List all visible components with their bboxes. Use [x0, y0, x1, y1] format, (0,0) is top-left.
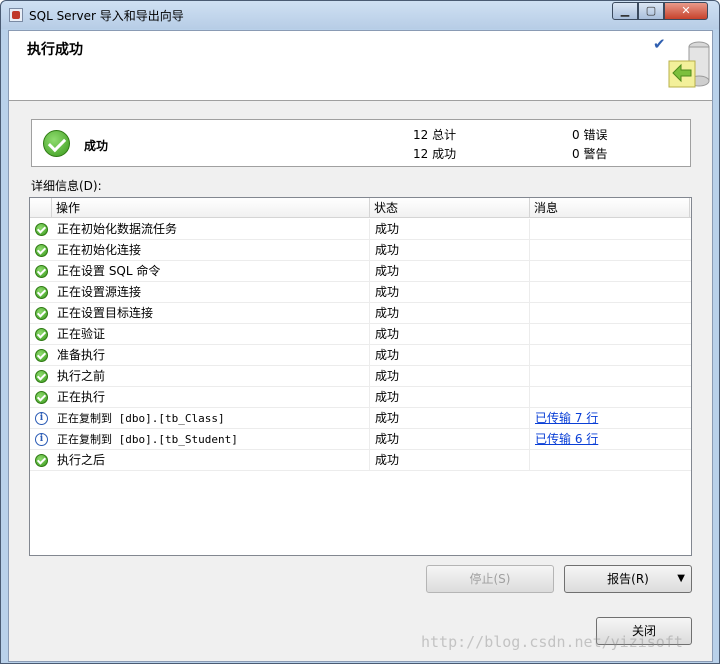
window-title: SQL Server 导入和导出向导	[29, 9, 184, 23]
cell-message	[530, 282, 690, 303]
table-row[interactable]: i 正在复制到 [dbo].[tb_Student] 成功 已传输 6 行	[30, 429, 691, 450]
success-icon	[35, 223, 48, 236]
cell-message	[530, 366, 690, 387]
success-icon	[35, 391, 48, 404]
total-count: 12 总计	[413, 128, 457, 142]
message-link[interactable]: 已传输 6 行	[535, 432, 598, 446]
dropdown-arrow-icon[interactable]: ▼	[677, 566, 685, 592]
cell-message: 已传输 7 行	[530, 408, 690, 429]
cell-message	[530, 450, 690, 471]
success-icon	[43, 130, 70, 157]
cell-action: 正在设置源连接	[52, 282, 370, 303]
cell-status: 成功	[370, 387, 530, 408]
success-count: 12 成功	[413, 147, 457, 161]
cell-action: 执行之前	[52, 366, 370, 387]
cell-status: 成功	[370, 303, 530, 324]
cell-status: 成功	[370, 282, 530, 303]
cell-message	[530, 240, 690, 261]
close-window-button[interactable]: ✕	[664, 2, 708, 20]
cell-message	[530, 345, 690, 366]
success-icon	[35, 286, 48, 299]
icon-column-header[interactable]	[30, 198, 52, 218]
cell-action: 正在设置 SQL 命令	[52, 261, 370, 282]
warning-count: 0 警告	[572, 147, 608, 161]
success-icon	[35, 244, 48, 257]
cell-status: 成功	[370, 450, 530, 471]
cell-message	[530, 303, 690, 324]
table-row[interactable]: 正在设置源连接 成功	[30, 282, 691, 303]
cell-status: 成功	[370, 429, 530, 450]
success-icon	[35, 370, 48, 383]
table-row[interactable]: i 正在复制到 [dbo].[tb_Class] 成功 已传输 7 行	[30, 408, 691, 429]
database-wizard-icon	[668, 41, 710, 88]
stop-button[interactable]: 停止(S)	[426, 565, 554, 593]
wizard-header: 执行成功 ✔	[9, 31, 712, 101]
cell-status: 成功	[370, 324, 530, 345]
wizard-client-area: 执行成功 ✔ 成功 12 总计 12 成功 0 错误 0 警告 详细信息(D):…	[8, 30, 713, 662]
cell-action: 正在初始化数据流任务	[52, 219, 370, 240]
cell-action: 正在验证	[52, 324, 370, 345]
cell-action: 准备执行	[52, 345, 370, 366]
info-icon: i	[35, 433, 48, 446]
cell-action: 正在执行	[52, 387, 370, 408]
column-header-message[interactable]: 消息	[530, 198, 690, 218]
cell-message	[530, 261, 690, 282]
page-title: 执行成功	[27, 42, 83, 58]
report-button-label: 报告(R)	[607, 572, 649, 586]
success-icon	[35, 454, 48, 467]
success-icon	[35, 349, 48, 362]
cell-status: 成功	[370, 261, 530, 282]
cell-action: 执行之后	[52, 450, 370, 471]
success-icon	[35, 328, 48, 341]
cell-message	[530, 324, 690, 345]
message-link[interactable]: 已传输 7 行	[535, 411, 598, 425]
table-row[interactable]: 正在验证 成功	[30, 324, 691, 345]
cell-message	[530, 219, 690, 240]
wizard-window: SQL Server 导入和导出向导 ▁ ▢ ✕ 执行成功 ✔ 成功 12 总计…	[0, 0, 720, 664]
table-row[interactable]: 准备执行 成功	[30, 345, 691, 366]
cell-action: 正在设置目标连接	[52, 303, 370, 324]
table-row[interactable]: 执行之后 成功	[30, 450, 691, 471]
column-header-action[interactable]: 操作	[52, 198, 370, 218]
success-icon	[35, 265, 48, 278]
cell-action: 正在复制到 [dbo].[tb_Student]	[52, 429, 370, 450]
table-row[interactable]: 正在设置 SQL 命令 成功	[30, 261, 691, 282]
table-row[interactable]: 执行之前 成功	[30, 366, 691, 387]
details-grid[interactable]: 操作 状态 消息 正在初始化数据流任务 成功 正在初始化连接 成功 正在设置 SQL 命…	[29, 197, 692, 556]
cell-action: 正在复制到 [dbo].[tb_Class]	[52, 408, 370, 429]
cell-message: 已传输 6 行	[530, 429, 690, 450]
cell-status: 成功	[370, 345, 530, 366]
cell-status: 成功	[370, 219, 530, 240]
column-header-status[interactable]: 状态	[370, 198, 530, 218]
summary-panel: 成功 12 总计 12 成功 0 错误 0 警告	[31, 119, 691, 167]
success-icon	[35, 307, 48, 320]
title-bar[interactable]: SQL Server 导入和导出向导 ▁ ▢ ✕	[1, 1, 719, 29]
summary-status: 成功	[84, 139, 109, 153]
cell-action: 正在初始化连接	[52, 240, 370, 261]
checkmark-icon: ✔	[653, 35, 666, 53]
error-count: 0 错误	[572, 128, 608, 142]
cell-message	[530, 387, 690, 408]
report-button[interactable]: 报告(R) ▼	[564, 565, 692, 593]
table-row[interactable]: 正在初始化数据流任务 成功	[30, 219, 691, 240]
maximize-button[interactable]: ▢	[638, 2, 664, 20]
cell-status: 成功	[370, 240, 530, 261]
app-icon	[9, 8, 23, 22]
info-icon: i	[35, 412, 48, 425]
cell-status: 成功	[370, 366, 530, 387]
table-row[interactable]: 正在执行 成功	[30, 387, 691, 408]
grid-header: 操作 状态 消息	[30, 198, 691, 218]
cell-status: 成功	[370, 408, 530, 429]
minimize-button[interactable]: ▁	[612, 2, 638, 20]
table-row[interactable]: 正在设置目标连接 成功	[30, 303, 691, 324]
watermark-text: http://blog.csdn.net/yizisoft	[421, 633, 683, 651]
details-label: 详细信息(D):	[31, 179, 102, 193]
table-row[interactable]: 正在初始化连接 成功	[30, 240, 691, 261]
